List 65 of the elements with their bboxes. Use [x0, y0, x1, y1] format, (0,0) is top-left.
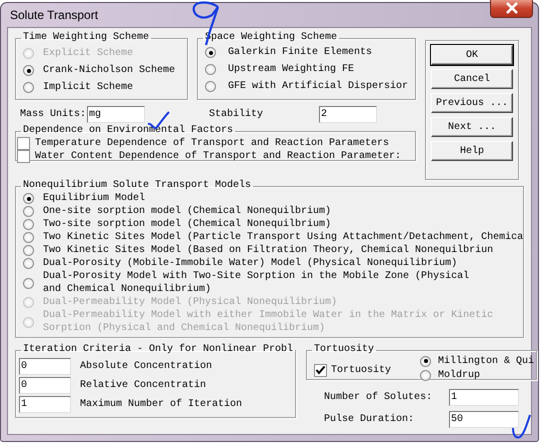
input-field[interactable]: 0	[19, 377, 71, 394]
group-title: Time Weighting Scheme	[22, 32, 150, 44]
field-label: Pulse Duration:	[324, 414, 414, 424]
check-mark	[512, 414, 532, 440]
input-field[interactable]: 1	[19, 396, 71, 413]
dialog-button[interactable]: Help	[431, 141, 513, 161]
option-label: Two-site sorption model (Chemical Nonequilbrium)	[43, 218, 332, 231]
field-label: Relative Concentratin	[80, 380, 206, 391]
radio-button[interactable]	[205, 47, 216, 58]
close-icon	[504, 2, 518, 14]
dialog-button[interactable]: Cancel	[431, 69, 513, 89]
option-label: Dual-Porosity (Mobile-Immobile Water) Model (Physical Nonequilibrium)	[43, 257, 458, 270]
radio-button[interactable]	[23, 65, 34, 76]
radio-button[interactable]	[23, 206, 34, 217]
radio-button[interactable]	[23, 193, 34, 204]
option-label: Dual-Permeability Model with either Immobile Water in the Matrix or Kinetic Sorption (Physical and Chemical Nonequilibrium)	[43, 309, 494, 335]
dialog-button[interactable]: OK	[431, 45, 513, 65]
group-title: Nonequilibrium Solute Transport Models	[22, 180, 252, 192]
option-label: Water Content Dependence of Transport and Reaction Parameter:	[35, 151, 402, 162]
option-label: Galerkin Finite Elements	[228, 47, 372, 58]
field-label: Stability	[209, 108, 264, 120]
field-label: Number of Solutes:	[324, 392, 432, 402]
option-label: Two Kinetic Sites Model (Based on Filtration Theory, Chemical Nonequilbriun	[43, 244, 494, 257]
option-label: Dual-Permeability Model (Physical Nonequilibrium)	[43, 296, 338, 309]
field-label: Absolute Concentration	[80, 361, 212, 372]
pulse-duration-field[interactable]: 50	[449, 410, 520, 428]
group-title: Iteration Criteria - Only for Nonlinear Probl	[22, 344, 294, 356]
option-label: Dual-Porosity Model with Two-Site Sorption in the Mobile Zone (Physical and Chemical Nonequilibrium)	[43, 270, 470, 296]
stability-field[interactable]: 2	[319, 106, 378, 122]
close-button[interactable]	[490, 0, 533, 18]
group-title: Tortuosity	[313, 344, 376, 356]
input-field[interactable]: 0	[19, 358, 71, 375]
option-label: GFE with Artificial Dispersior	[228, 81, 408, 92]
option-label: Crank-Nicholson Scheme	[43, 65, 176, 76]
option-label: Implicit Scheme	[43, 82, 134, 93]
option-label: Explicit Scheme	[43, 48, 134, 59]
checkbox[interactable]	[17, 150, 30, 163]
option-label: One-site sorption model (Chemical Nonequilbrium)	[43, 205, 332, 218]
option-label: Upstream Weighting FE	[228, 64, 354, 75]
field-label: Maximum Number of Iteration	[80, 399, 242, 410]
option-label: Equilibrium Model	[43, 192, 146, 205]
radio-button[interactable]	[420, 356, 432, 366]
radio-button[interactable]	[23, 278, 34, 288]
dialog-button[interactable]: Next ...	[431, 117, 513, 137]
option-label: Temperature Dependence of Transport and Reaction Parameters	[35, 138, 390, 149]
radio-button[interactable]	[205, 81, 216, 92]
group-title: Dependence on Environmental Factors	[22, 125, 234, 137]
radio-button[interactable]	[23, 82, 34, 93]
radio-button[interactable]	[23, 232, 34, 243]
radio-button[interactable]	[23, 219, 34, 230]
dialog-button[interactable]: Previous ...	[431, 93, 513, 113]
radio-button[interactable]	[23, 245, 34, 256]
radio-button[interactable]	[205, 64, 216, 75]
field-label: Mass Units:	[20, 108, 86, 120]
checkbox[interactable]	[17, 137, 30, 150]
option-label: Millington & Qui	[438, 356, 534, 366]
radio-button[interactable]	[23, 258, 34, 269]
option-label: Tortuosity	[331, 365, 392, 376]
window-title: Solute Transport	[9, 8, 98, 22]
checkbox[interactable]	[314, 364, 328, 377]
option-label: Moldrup	[438, 370, 480, 380]
solutes-field[interactable]: 1	[449, 388, 520, 406]
mass-units-field[interactable]: mg	[87, 106, 146, 122]
option-label: Two Kinetic Sites Model (Particle Transport Using Attachment/Detachment, Chemica	[43, 231, 524, 244]
radio-button[interactable]	[420, 370, 432, 380]
